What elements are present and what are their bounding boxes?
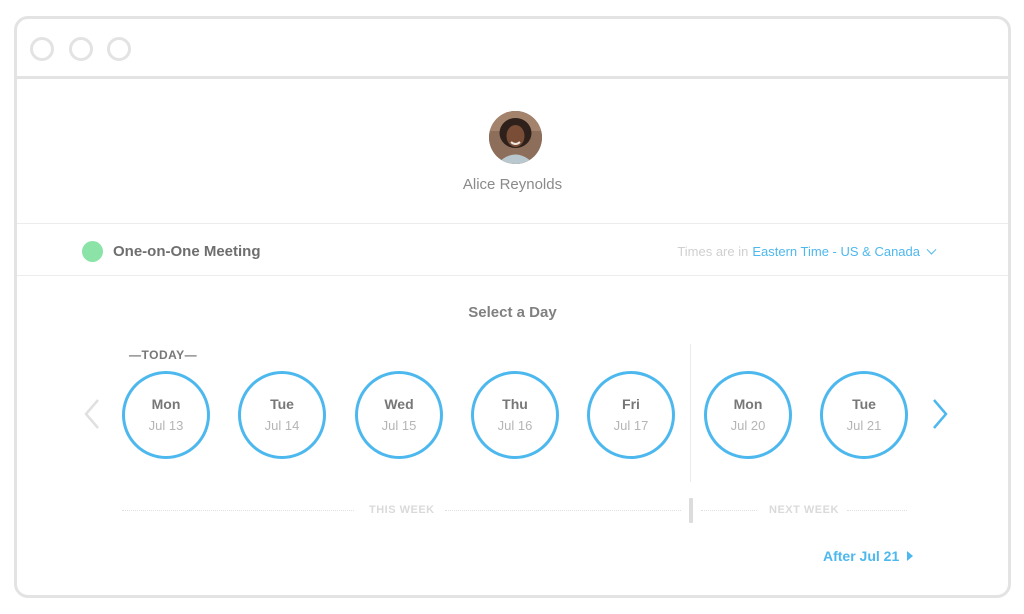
event-color-dot xyxy=(82,241,103,262)
window-control-close[interactable] xyxy=(30,37,54,61)
next-week-label: NEXT WEEK xyxy=(769,504,839,516)
today-label: —TODAY— xyxy=(129,348,198,362)
day-name: Mon xyxy=(733,396,763,412)
day-date: Jul 21 xyxy=(846,418,882,433)
day-option[interactable]: Mon Jul 13 xyxy=(122,371,210,459)
chevron-right-icon[interactable] xyxy=(925,397,953,431)
day-name: Thu xyxy=(502,396,528,412)
day-name: Mon xyxy=(151,396,181,412)
timezone-selector[interactable]: Times are in Eastern Time - US & Canada xyxy=(677,244,937,259)
day-date: Jul 15 xyxy=(381,418,417,433)
day-option[interactable]: Thu Jul 16 xyxy=(471,371,559,459)
after-date-label: After Jul 21 xyxy=(823,548,900,564)
browser-window: Alice Reynolds One-on-One Meeting Times … xyxy=(14,16,1011,598)
day-name: Wed xyxy=(384,396,414,412)
day-option[interactable]: Wed Jul 15 xyxy=(355,371,443,459)
day-date: Jul 16 xyxy=(497,418,533,433)
profile-header: Alice Reynolds xyxy=(17,79,1008,224)
avatar xyxy=(489,111,542,164)
day-option[interactable]: Tue Jul 14 xyxy=(238,371,326,459)
timezone-label: Times are in xyxy=(677,244,749,259)
window-titlebar xyxy=(17,19,1008,79)
day-name: Tue xyxy=(852,396,876,412)
week-line xyxy=(847,510,907,511)
day-option[interactable]: Tue Jul 21 xyxy=(820,371,908,459)
window-control-maximize[interactable] xyxy=(107,37,131,61)
day-option[interactable]: Fri Jul 17 xyxy=(587,371,675,459)
day-option[interactable]: Mon Jul 20 xyxy=(704,371,792,459)
user-name: Alice Reynolds xyxy=(462,176,563,193)
day-name: Fri xyxy=(622,396,640,412)
day-date: Jul 14 xyxy=(264,418,300,433)
chevron-down-icon[interactable] xyxy=(926,244,937,255)
day-date: Jul 20 xyxy=(730,418,766,433)
window-control-minimize[interactable] xyxy=(69,37,93,61)
meeting-bar: One-on-One Meeting Times are in Eastern T… xyxy=(17,224,1008,276)
meeting-title: One-on-One Meeting xyxy=(113,243,261,260)
after-date-link[interactable]: After Jul 21 xyxy=(823,548,914,564)
week-line xyxy=(122,510,354,511)
week-line xyxy=(445,510,681,511)
week-divider xyxy=(690,344,691,482)
caret-right-icon xyxy=(907,551,914,561)
day-name: Tue xyxy=(270,396,294,412)
this-week-label: THIS WEEK xyxy=(369,504,435,516)
avatar-photo xyxy=(489,111,542,164)
select-day-title: Select a Day xyxy=(468,304,557,321)
week-line xyxy=(701,510,757,511)
week-scrubber-handle[interactable] xyxy=(689,498,693,523)
day-date: Jul 17 xyxy=(613,418,649,433)
chevron-left-icon[interactable] xyxy=(79,397,107,431)
day-date: Jul 13 xyxy=(148,418,184,433)
timezone-value[interactable]: Eastern Time - US & Canada xyxy=(752,244,920,259)
